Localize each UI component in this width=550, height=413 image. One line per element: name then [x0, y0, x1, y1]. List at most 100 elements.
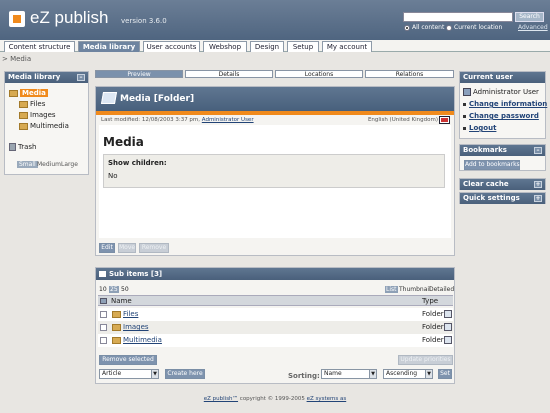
- remove-button[interactable]: Remove: [139, 243, 169, 253]
- folder-icon: [112, 336, 121, 344]
- sorting-label: Sorting:: [288, 372, 320, 380]
- panel-header: Media library –: [5, 72, 88, 83]
- media-library-panel: Media library – Media Files Images Multi…: [4, 71, 89, 175]
- remove-selected-button[interactable]: Remove selected: [99, 355, 157, 365]
- attribute-value: No: [108, 172, 118, 180]
- bookmarks-panel: Bookmarks – Add to bookmarks: [459, 144, 546, 171]
- tab-details[interactable]: Details: [185, 70, 273, 78]
- radio-all-content[interactable]: [404, 25, 410, 31]
- top-navigation: Content structure Media library User acc…: [0, 40, 550, 52]
- item-link[interactable]: Multimedia: [123, 336, 162, 344]
- folder-icon: [19, 122, 28, 130]
- tree-item-images[interactable]: Images: [19, 111, 56, 119]
- size-large[interactable]: Large: [61, 161, 78, 168]
- radio-current-location-label: Current location: [454, 24, 503, 31]
- sub-items-panel: Sub items [3] 10 25 50 List Thumbnail De…: [95, 267, 455, 384]
- add-to-bookmarks-button[interactable]: Add to bookmarks: [464, 160, 520, 170]
- sub-items-icon: [99, 271, 106, 277]
- sub-items-header: Sub items [3]: [96, 268, 454, 280]
- trash-icon: [9, 143, 16, 151]
- sort-order-select[interactable]: Ascending ▼: [383, 369, 433, 379]
- trash-link[interactable]: Trash: [9, 143, 37, 151]
- advanced-search-link[interactable]: Advanced: [518, 24, 548, 31]
- page-size-25[interactable]: 25: [109, 286, 119, 293]
- attribute-label: Show children:: [108, 159, 167, 167]
- table-header: Name Type: [98, 295, 453, 306]
- view-mode-thumbnail[interactable]: Thumbnail: [399, 286, 431, 293]
- row-checkbox[interactable]: [100, 337, 107, 344]
- ez-publish-link[interactable]: eZ publish™: [204, 396, 238, 402]
- page-size-10[interactable]: 10: [99, 286, 107, 293]
- item-type: Folder: [422, 310, 444, 318]
- logo-text: eZ publish: [30, 8, 109, 27]
- row-checkbox[interactable]: [100, 311, 107, 318]
- tab-preview[interactable]: Preview: [95, 70, 183, 78]
- right-sidebar: Current user Administrator User Change i…: [459, 71, 547, 207]
- footer: eZ publish™ copyright © 1999-2005 eZ sys…: [203, 396, 347, 402]
- ez-systems-link[interactable]: eZ systems as: [307, 396, 347, 402]
- flag-icon: [439, 116, 450, 124]
- tab-locations[interactable]: Locations: [275, 70, 363, 78]
- tab-setup[interactable]: Setup: [287, 41, 319, 52]
- view-mode-list[interactable]: List: [385, 286, 398, 293]
- tab-media-library[interactable]: Media library: [78, 41, 140, 52]
- row-checkbox[interactable]: [100, 324, 107, 331]
- chevron-down-icon: ▼: [425, 370, 432, 378]
- ez-logo-icon: [9, 11, 25, 27]
- tree-item-files[interactable]: Files: [19, 100, 45, 108]
- radio-current-location[interactable]: [446, 25, 452, 31]
- modifier-link[interactable]: Administrator User: [202, 117, 254, 123]
- item-link[interactable]: Files: [123, 310, 138, 318]
- content-preview-panel: Media [Folder] Last modified: 12/08/2003…: [95, 86, 455, 256]
- tree-item-media[interactable]: Media: [9, 89, 48, 97]
- tab-user-accounts[interactable]: User accounts: [143, 41, 200, 52]
- size-small[interactable]: Small: [17, 161, 38, 168]
- tab-content-structure[interactable]: Content structure: [4, 41, 75, 52]
- tab-design[interactable]: Design: [250, 41, 284, 52]
- change-information-link[interactable]: Change information: [463, 100, 547, 108]
- edit-icon[interactable]: [444, 336, 452, 344]
- last-modified: Last modified: 12/08/2003 3:37 pm, Admin…: [101, 117, 254, 123]
- minimize-button[interactable]: –: [77, 74, 85, 81]
- current-user-header: Current user: [460, 72, 545, 83]
- folder-icon: [19, 100, 28, 108]
- item-link[interactable]: Images: [123, 323, 149, 331]
- collapse-bookmarks-button[interactable]: –: [534, 147, 542, 154]
- create-here-button[interactable]: Create here: [165, 369, 205, 379]
- header-strip: [96, 111, 454, 115]
- radio-all-content-label: All content: [412, 24, 445, 31]
- tab-webshop[interactable]: Webshop: [203, 41, 247, 52]
- table-row: Files Folder: [98, 308, 453, 321]
- view-mode-detailed[interactable]: Detailed: [429, 286, 454, 293]
- tree-item-multimedia[interactable]: Multimedia: [19, 122, 69, 130]
- search-input[interactable]: [403, 12, 513, 22]
- class-select[interactable]: Article ▼: [99, 369, 159, 379]
- folder-icon: [19, 111, 28, 119]
- sort-field-select[interactable]: Name ▼: [321, 369, 377, 379]
- col-type: Type: [422, 297, 439, 305]
- update-priorities-button[interactable]: Update priorities: [398, 355, 453, 365]
- move-button[interactable]: Move: [118, 243, 136, 253]
- set-sorting-button[interactable]: Set: [438, 369, 452, 379]
- language-label: English (United Kingdom): [367, 117, 438, 123]
- folder-icon: [112, 323, 121, 331]
- page-size-50[interactable]: 50: [121, 286, 129, 293]
- edit-icon[interactable]: [444, 310, 452, 318]
- expand-quick-settings-button[interactable]: +: [534, 195, 542, 202]
- item-type: Folder: [422, 336, 444, 344]
- edit-button[interactable]: Edit: [99, 243, 115, 253]
- folder-icon: [9, 89, 18, 97]
- invert-selection-icon[interactable]: [100, 298, 107, 304]
- attribute-box: Show children: No: [103, 154, 445, 188]
- user-icon: [463, 88, 471, 96]
- edit-icon[interactable]: [444, 323, 452, 331]
- change-password-link[interactable]: Change password: [463, 112, 539, 120]
- size-medium[interactable]: Medium: [37, 161, 61, 168]
- logout-link[interactable]: Logout: [463, 124, 496, 132]
- search-button[interactable]: Search: [515, 12, 544, 22]
- expand-clear-cache-button[interactable]: +: [534, 181, 542, 188]
- tab-relations[interactable]: Relations: [365, 70, 454, 78]
- clear-cache-header: Clear cache +: [460, 179, 545, 190]
- quick-settings-panel: Quick settings +: [459, 192, 546, 204]
- tab-my-account[interactable]: My account: [322, 41, 372, 52]
